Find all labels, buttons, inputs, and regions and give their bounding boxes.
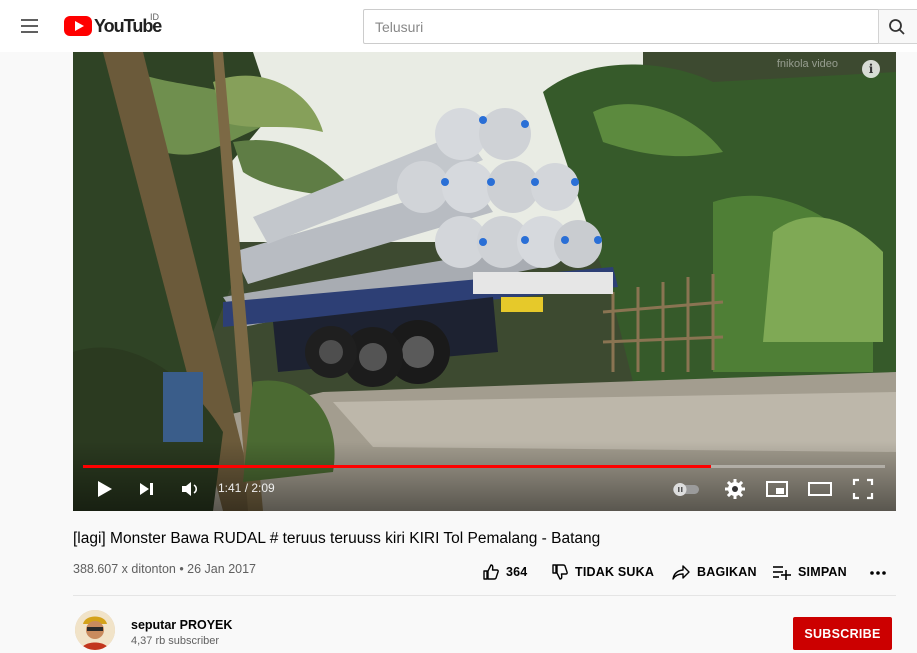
play-button[interactable]: [93, 476, 117, 502]
settings-gear-icon: [725, 479, 745, 499]
next-icon: [140, 483, 153, 495]
miniplayer-button[interactable]: [765, 476, 789, 502]
progress-bar[interactable]: [83, 465, 885, 468]
divider: [73, 595, 896, 596]
dislike-label: TIDAK SUKA: [575, 565, 655, 579]
settings-button[interactable]: [723, 476, 747, 502]
progress-played: [83, 465, 711, 468]
search-button[interactable]: [878, 9, 917, 44]
add-to-playlist-icon: [773, 566, 791, 580]
thumbs-down-icon: [552, 564, 568, 580]
next-button[interactable]: [135, 476, 159, 502]
region-code: ID: [150, 12, 159, 22]
like-button[interactable]: 364: [482, 561, 527, 583]
volume-button[interactable]: [177, 476, 201, 502]
subscriber-count: 4,37 rb subscriber: [131, 635, 220, 647]
more-icon: [870, 571, 886, 575]
volume-icon: [182, 482, 198, 496]
theater-mode-button[interactable]: [807, 476, 833, 502]
search-input[interactable]: [364, 10, 878, 43]
top-bar: YouTube ID: [0, 0, 917, 52]
save-button[interactable]: SIMPAN: [772, 561, 847, 583]
theater-mode-icon: [808, 482, 832, 496]
share-icon: [672, 565, 690, 580]
share-label: BAGIKAN: [697, 565, 757, 579]
play-icon: [98, 481, 112, 497]
fullscreen-button[interactable]: [851, 476, 875, 502]
youtube-play-logo-icon: [64, 16, 92, 36]
channel-name[interactable]: seputar PROYEK: [131, 618, 232, 632]
autoplay-toggle-icon: [673, 483, 699, 496]
share-button[interactable]: BAGIKAN: [671, 561, 757, 583]
youtube-logo[interactable]: YouTube: [64, 14, 162, 38]
video-title: [lagi] Monster Bawa RUDAL # teruus teruu…: [73, 530, 601, 547]
miniplayer-icon: [766, 481, 788, 497]
more-actions-button[interactable]: [867, 562, 889, 582]
video-meta: 388.607 x ditonton • 26 Jan 2017: [73, 562, 256, 576]
save-label: SIMPAN: [798, 565, 847, 579]
channel-avatar[interactable]: [75, 610, 115, 650]
search-box: [363, 9, 879, 44]
autoplay-toggle[interactable]: [671, 476, 701, 502]
info-icon[interactable]: i: [862, 60, 880, 78]
thumbs-up-icon: [483, 564, 499, 580]
avatar-image: [75, 610, 115, 650]
dislike-button[interactable]: TIDAK SUKA: [551, 561, 654, 583]
menu-icon[interactable]: [18, 14, 42, 38]
search-icon: [889, 19, 905, 35]
time-display: 1:41 / 2:09: [218, 481, 275, 495]
like-count: 364: [506, 565, 528, 579]
fullscreen-icon: [852, 478, 874, 500]
video-watermark: fnikola video: [776, 58, 838, 70]
video-player[interactable]: fnikola video i 1:41 / 2:09: [73, 52, 896, 511]
subscribe-button[interactable]: SUBSCRIBE: [793, 617, 892, 650]
